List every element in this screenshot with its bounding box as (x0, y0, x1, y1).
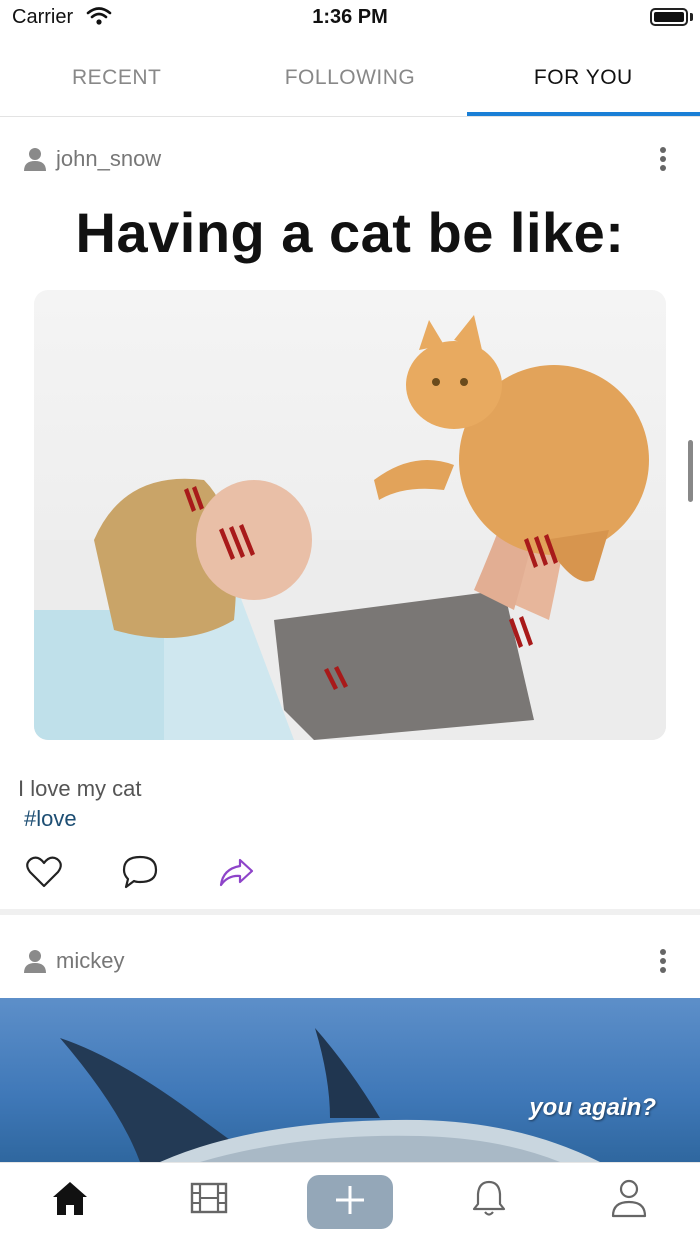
more-options-icon[interactable] (652, 146, 674, 176)
status-bar: Carrier 1:36 PM (0, 0, 700, 36)
share-icon (216, 858, 256, 896)
plus-icon (334, 1184, 366, 1221)
nav-home[interactable] (50, 1178, 90, 1222)
meme-title: Having a cat be like: (75, 201, 625, 264)
more-options-icon[interactable] (652, 948, 674, 978)
nav-notifications[interactable] (469, 1178, 509, 1222)
post-username[interactable]: john_snow (56, 146, 161, 172)
tab-for-you[interactable]: FOR YOU (466, 40, 700, 116)
user-icon (24, 147, 46, 171)
bell-icon (471, 1178, 507, 1223)
post-caption: I love my cat (18, 776, 142, 801)
post-header: mickey (0, 932, 700, 992)
post-username[interactable]: mickey (56, 948, 124, 974)
nav-videos[interactable] (189, 1178, 229, 1222)
image-overlay-text: you again? (529, 1094, 656, 1121)
post-separator (0, 909, 700, 915)
nav-profile[interactable] (609, 1178, 649, 1222)
heart-icon (24, 856, 64, 896)
post-image[interactable] (0, 998, 700, 1162)
tab-following[interactable]: FOLLOWING (233, 40, 466, 116)
comment-icon (120, 855, 160, 896)
like-button[interactable] (24, 852, 64, 892)
film-icon (190, 1181, 228, 1220)
home-icon (51, 1179, 89, 1222)
clock: 1:36 PM (312, 6, 388, 28)
comment-button[interactable] (120, 852, 160, 892)
user-icon (24, 949, 46, 973)
tab-recent[interactable]: RECENT (0, 40, 233, 116)
scroll-indicator[interactable] (688, 440, 693, 502)
nav-add-post-button[interactable] (307, 1175, 393, 1229)
post-image[interactable] (34, 290, 666, 740)
share-button[interactable] (216, 852, 256, 892)
battery-icon (650, 8, 688, 26)
profile-icon (610, 1178, 648, 1223)
post-hashtag[interactable]: #love (24, 806, 77, 832)
feed-tabs: RECENT FOLLOWING FOR YOU (0, 40, 700, 117)
post-header: john_snow (0, 130, 700, 190)
battery-tip (690, 13, 693, 21)
